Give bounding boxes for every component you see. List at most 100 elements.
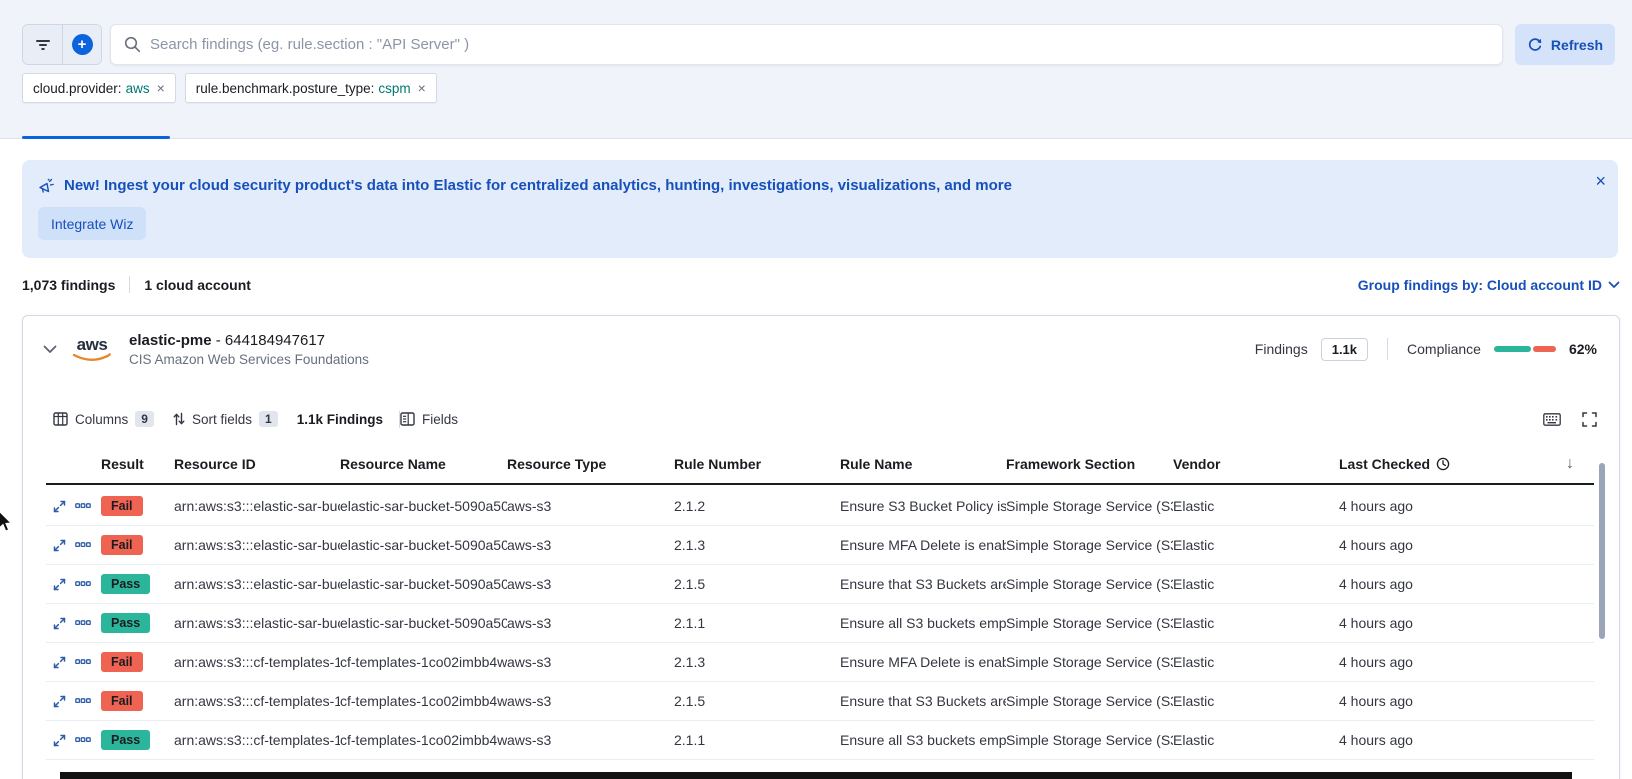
cell-rule-number: 2.1.3 xyxy=(674,537,840,553)
sort-fields-button[interactable]: Sort fields 1 xyxy=(173,411,278,427)
remove-filter-icon[interactable]: × xyxy=(418,81,426,95)
cell-framework-section: Simple Storage Service (S3) xyxy=(1006,537,1173,553)
cell-vendor: Elastic xyxy=(1173,693,1339,709)
expand-row-icon[interactable] xyxy=(53,695,66,708)
row-controls xyxy=(46,578,101,591)
expand-row-icon[interactable] xyxy=(53,500,66,513)
keyboard-shortcuts-button[interactable] xyxy=(1541,411,1563,428)
table-row: Pass arn:aws:s3:::elastic-sar-bucke elas… xyxy=(46,565,1594,604)
expand-row-icon[interactable] xyxy=(53,617,66,630)
row-controls xyxy=(46,617,101,630)
row-actions-icon[interactable] xyxy=(75,581,91,587)
cell-result: Fail xyxy=(101,652,174,672)
group-findings-by-dropdown[interactable]: Group findings by: Cloud account ID xyxy=(1358,277,1620,293)
expand-row-icon[interactable] xyxy=(53,734,66,747)
header-rule-number[interactable]: Rule Number xyxy=(674,456,840,472)
cell-framework-section: Simple Storage Service (S3) xyxy=(1006,693,1173,709)
cell-rule-name: Ensure all S3 buckets employ xyxy=(840,732,1006,748)
banner-message: New! Ingest your cloud security product'… xyxy=(64,177,1012,194)
expand-row-icon[interactable] xyxy=(53,539,66,552)
cell-last-checked: 4 hours ago xyxy=(1339,498,1594,514)
header-last-checked[interactable]: Last Checked ↓ xyxy=(1339,455,1594,473)
expand-row-icon[interactable] xyxy=(53,578,66,591)
cell-resource-name: elastic-sar-bucket-5090a505 xyxy=(340,498,507,514)
account-name-separator: - xyxy=(212,332,225,349)
cell-resource-type: aws-s3 xyxy=(507,615,674,631)
cell-resource-type: aws-s3 xyxy=(507,732,674,748)
result-badge: Pass xyxy=(101,613,150,633)
cell-resource-name: elastic-sar-bucket-5090a505 xyxy=(340,615,507,631)
cell-result: Fail xyxy=(101,535,174,555)
cloud-accounts-count: 1 cloud account xyxy=(144,277,251,293)
cloud-security-findings-page: + Refresh cloud.provider: aws × rule.ben… xyxy=(0,0,1632,779)
remove-filter-icon[interactable]: × xyxy=(157,81,165,95)
header-result[interactable]: Result xyxy=(101,456,174,472)
row-actions-icon[interactable] xyxy=(75,698,91,704)
integrate-wiz-label: Integrate Wiz xyxy=(51,216,133,232)
compliance-bar-failed xyxy=(1533,346,1556,352)
account-name: elastic-pme xyxy=(129,332,212,349)
row-actions-icon[interactable] xyxy=(75,542,91,548)
compliance-bar xyxy=(1494,346,1556,352)
header-rule-name[interactable]: Rule Name xyxy=(840,456,1006,472)
fullscreen-button[interactable] xyxy=(1580,410,1599,429)
cell-result: Pass xyxy=(101,730,174,750)
search-input[interactable] xyxy=(150,36,1489,53)
search-row: + Refresh xyxy=(22,24,1615,65)
header-resource-type[interactable]: Resource Type xyxy=(507,456,674,472)
cell-last-checked: 4 hours ago xyxy=(1339,654,1594,670)
columns-button[interactable]: Columns 9 xyxy=(53,411,154,427)
row-controls xyxy=(46,656,101,669)
table-vertical-scrollbar[interactable] xyxy=(1599,463,1605,639)
sort-descending-icon[interactable]: ↓ xyxy=(1566,455,1574,473)
filter-menu-button[interactable] xyxy=(23,25,62,64)
row-actions-icon[interactable] xyxy=(75,659,91,665)
header-resource-name[interactable]: Resource Name xyxy=(340,456,507,472)
row-actions-icon[interactable] xyxy=(75,737,91,743)
filter-pill-cloud-provider[interactable]: cloud.provider: aws × xyxy=(22,73,176,103)
header-framework-section[interactable]: Framework Section xyxy=(1006,456,1173,472)
keyboard-icon xyxy=(1543,413,1561,426)
account-metrics: Findings 1.1k Compliance 62% xyxy=(1255,338,1603,361)
cell-resource-id: arn:aws:s3:::elastic-sar-bucke xyxy=(174,615,340,631)
tab-divider-line xyxy=(0,138,1632,139)
columns-label: Columns xyxy=(75,412,128,427)
cell-resource-id: arn:aws:s3:::cf-templates-1c xyxy=(174,732,340,748)
cell-result: Fail xyxy=(101,691,174,711)
chevron-down-icon xyxy=(1608,281,1620,289)
aws-logo: aws xyxy=(69,336,115,363)
result-badge: Fail xyxy=(101,691,143,711)
cell-resource-name: cf-templates-1co02imbb4we xyxy=(340,732,507,748)
cell-resource-name: cf-templates-1co02imbb4we xyxy=(340,693,507,709)
sort-fields-label: Sort fields xyxy=(192,412,252,427)
add-filter-button[interactable]: + xyxy=(62,25,101,64)
row-actions-icon[interactable] xyxy=(75,503,91,509)
table-row: Fail arn:aws:s3:::elastic-sar-bucke elas… xyxy=(46,526,1594,565)
result-badge: Pass xyxy=(101,574,150,594)
collapse-group-chevron-icon[interactable] xyxy=(39,341,61,358)
result-badge: Fail xyxy=(101,535,143,555)
expand-row-icon[interactable] xyxy=(53,656,66,669)
cell-result: Fail xyxy=(101,496,174,516)
table-row: Pass arn:aws:s3:::elastic-sar-bucke elas… xyxy=(46,604,1594,643)
table-header-row: Result Resource ID Resource Name Resourc… xyxy=(46,444,1594,485)
cell-resource-id: arn:aws:s3:::cf-templates-1c xyxy=(174,654,340,670)
fields-button[interactable]: Fields xyxy=(400,412,458,427)
table-row: Fail arn:aws:s3:::elastic-sar-bucke elas… xyxy=(46,487,1594,526)
refresh-button[interactable]: Refresh xyxy=(1515,24,1615,65)
row-actions-icon[interactable] xyxy=(75,620,91,626)
filter-pill-posture-type[interactable]: rule.benchmark.posture_type: cspm × xyxy=(185,73,437,103)
header-last-checked-label: Last Checked xyxy=(1339,456,1430,472)
columns-icon xyxy=(53,412,68,426)
cell-last-checked: 4 hours ago xyxy=(1339,693,1594,709)
filter-field: rule.benchmark.posture_type: xyxy=(196,81,375,96)
header-vendor[interactable]: Vendor xyxy=(1173,456,1339,472)
banner-close-icon[interactable]: × xyxy=(1595,172,1606,190)
integrate-wiz-button[interactable]: Integrate Wiz xyxy=(38,207,146,240)
cell-resource-id: arn:aws:s3:::elastic-sar-bucke xyxy=(174,537,340,553)
cell-result: Pass xyxy=(101,574,174,594)
search-box xyxy=(110,24,1503,65)
cell-rule-name: Ensure that S3 Buckets are co xyxy=(840,576,1006,592)
header-resource-id[interactable]: Resource ID xyxy=(174,456,340,472)
clock-icon xyxy=(1436,457,1450,471)
